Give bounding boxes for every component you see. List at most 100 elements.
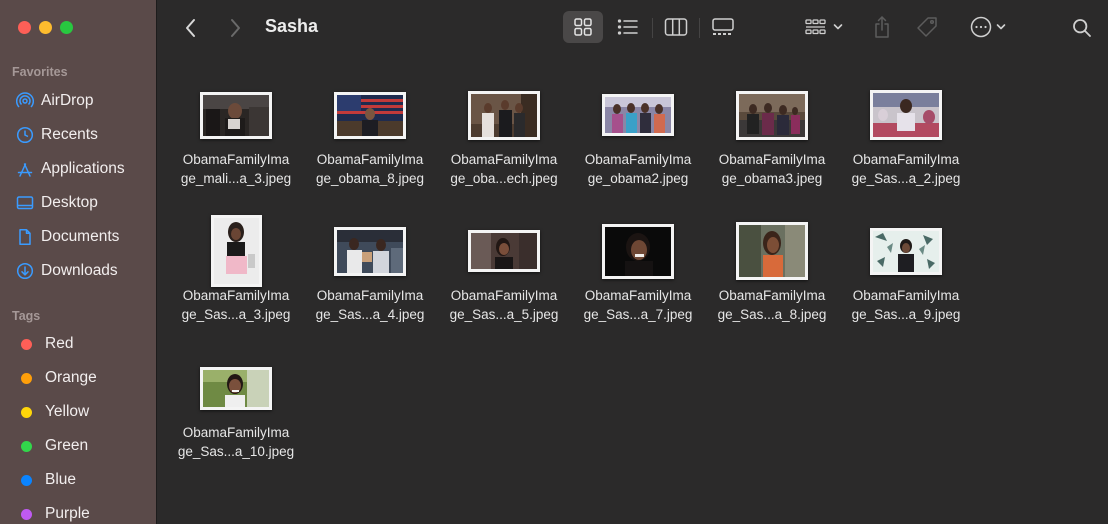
- tag-purple[interactable]: Purple: [18, 502, 153, 524]
- tag-label: Orange: [45, 369, 97, 386]
- file-item[interactable]: ObamaFamilyIma ge_oba...ech.jpeg: [437, 80, 571, 188]
- chevron-right-icon: [231, 19, 240, 37]
- share-button[interactable]: [867, 11, 897, 43]
- column-view-button[interactable]: [657, 11, 695, 43]
- file-name: ObamaFamilyIma ge_Sas...a_2.jpeg: [851, 152, 961, 186]
- tag-red[interactable]: Red: [18, 332, 153, 356]
- image-thumbnail: [334, 226, 406, 276]
- airdrop-icon: [16, 92, 34, 110]
- tag-color-dot: [21, 338, 32, 350]
- gallery-view-button[interactable]: [703, 11, 743, 43]
- tag-color-dot: [21, 440, 32, 452]
- sidebar-item-label: AirDrop: [41, 92, 94, 109]
- file-item[interactable]: ObamaFamilyIma ge_Sas...a_7.jpeg: [571, 216, 705, 324]
- file-item[interactable]: ObamaFamilyIma ge_Sas...a_8.jpeg: [705, 216, 839, 324]
- chevron-left-icon: [186, 19, 195, 37]
- group-by-icon: [805, 19, 826, 35]
- file-name: ObamaFamilyIma ge_Sas...a_3.jpeg: [181, 288, 291, 322]
- applications-icon: [16, 160, 34, 178]
- image-thumbnail: [870, 90, 942, 140]
- tag-color-dot: [21, 406, 32, 418]
- list-view-button[interactable]: [609, 11, 647, 43]
- image-thumbnail: [602, 94, 674, 136]
- file-name: ObamaFamilyIma ge_Sas...a_8.jpeg: [717, 288, 827, 322]
- image-thumbnail: [334, 91, 406, 139]
- clock-icon: [16, 126, 34, 144]
- column-view-icon: [664, 18, 688, 36]
- toolbar-divider: [699, 18, 700, 38]
- image-thumbnail: [602, 223, 674, 279]
- image-thumbnail: [210, 215, 262, 287]
- tag-color-dot: [21, 508, 32, 520]
- favorites-section-title: Favorites: [12, 65, 68, 79]
- image-thumbnail: [468, 230, 540, 272]
- download-icon: [16, 262, 34, 280]
- tag-yellow[interactable]: Yellow: [18, 400, 153, 424]
- image-thumbnail: [200, 366, 272, 410]
- list-view-icon: [617, 19, 638, 35]
- sidebar-item-label: Recents: [41, 126, 98, 143]
- file-name: ObamaFamilyIma ge_Sas...a_7.jpeg: [583, 288, 693, 322]
- file-item[interactable]: ObamaFamilyIma ge_Sas...a_3.jpeg: [169, 215, 303, 324]
- more-actions-button[interactable]: [963, 11, 1013, 43]
- tag-label: Yellow: [45, 403, 90, 420]
- tag-blue[interactable]: Blue: [18, 468, 153, 492]
- tag-orange[interactable]: Orange: [18, 366, 153, 390]
- file-name: ObamaFamilyIma ge_Sas...a_9.jpeg: [851, 288, 961, 322]
- sidebar-item-label: Applications: [41, 160, 125, 177]
- main-content: Sasha ObamaFamilyIma ge_mali...a_3.jpeg …: [157, 0, 1108, 524]
- toolbar-divider: [652, 18, 653, 38]
- share-icon: [875, 16, 889, 38]
- window-controls: [18, 21, 73, 34]
- file-item[interactable]: ObamaFamilyIma ge_mali...a_3.jpeg: [169, 80, 303, 188]
- sidebar-item-documents[interactable]: Documents: [16, 225, 151, 249]
- image-thumbnail: [736, 222, 808, 280]
- image-thumbnail: [736, 90, 808, 140]
- sidebar: Favorites AirDrop Recents Applications D…: [0, 0, 157, 524]
- sidebar-item-applications[interactable]: Applications: [16, 157, 151, 181]
- icon-view-button[interactable]: [563, 11, 603, 43]
- file-item[interactable]: ObamaFamilyIma ge_Sas...a_10.jpeg: [169, 353, 303, 461]
- tag-label: Blue: [45, 471, 77, 488]
- tag-label: Red: [45, 335, 74, 352]
- file-name: ObamaFamilyIma ge_Sas...a_4.jpeg: [315, 288, 425, 322]
- image-thumbnail: [870, 227, 942, 275]
- tag-color-dot: [21, 474, 32, 486]
- file-name: ObamaFamilyIma ge_mali...a_3.jpeg: [180, 152, 292, 186]
- back-button[interactable]: [179, 16, 203, 40]
- file-name: ObamaFamilyIma ge_oba...ech.jpeg: [450, 152, 558, 186]
- document-icon: [16, 228, 34, 246]
- file-item[interactable]: ObamaFamilyIma ge_Sas...a_9.jpeg: [839, 216, 973, 324]
- sidebar-item-downloads[interactable]: Downloads: [16, 259, 151, 283]
- tag-button[interactable]: [912, 11, 942, 43]
- file-item[interactable]: ObamaFamilyIma ge_obama3.jpeg: [705, 80, 839, 188]
- tag-color-dot: [21, 372, 32, 384]
- search-button[interactable]: [1067, 14, 1097, 42]
- finder-window: Favorites AirDrop Recents Applications D…: [0, 0, 1108, 524]
- zoom-button[interactable]: [60, 21, 73, 34]
- file-item[interactable]: ObamaFamilyIma ge_Sas...a_5.jpeg: [437, 216, 571, 324]
- file-name: ObamaFamilyIma ge_obama3.jpeg: [718, 152, 826, 186]
- forward-button[interactable]: [223, 16, 247, 40]
- file-item[interactable]: ObamaFamilyIma ge_obama_8.jpeg: [303, 80, 437, 188]
- file-item[interactable]: ObamaFamilyIma ge_Sas...a_4.jpeg: [303, 216, 437, 324]
- sidebar-item-airdrop[interactable]: AirDrop: [16, 89, 151, 113]
- search-icon: [1073, 19, 1091, 37]
- sidebar-item-desktop[interactable]: Desktop: [16, 191, 151, 215]
- file-item[interactable]: ObamaFamilyIma ge_obama2.jpeg: [571, 80, 705, 188]
- close-button[interactable]: [18, 21, 31, 34]
- tags-section-title: Tags: [12, 309, 41, 323]
- image-thumbnail: [200, 91, 272, 139]
- chevron-down-icon: [996, 24, 1006, 30]
- window-title: Sasha: [265, 16, 319, 36]
- file-item[interactable]: ObamaFamilyIma ge_Sas...a_2.jpeg: [839, 80, 973, 188]
- desktop-icon: [16, 194, 34, 212]
- gallery-view-icon: [712, 18, 734, 35]
- toolbar: Sasha: [157, 0, 1108, 56]
- more-icon: [970, 16, 992, 38]
- sidebar-item-label: Desktop: [41, 194, 98, 211]
- minimize-button[interactable]: [39, 21, 52, 34]
- group-by-button[interactable]: [799, 11, 849, 43]
- tag-green[interactable]: Green: [18, 434, 153, 458]
- sidebar-item-recents[interactable]: Recents: [16, 123, 151, 147]
